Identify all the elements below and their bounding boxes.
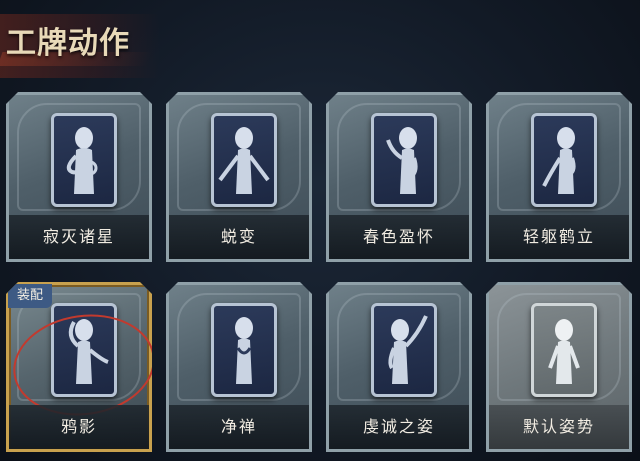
pose-card-icon [531, 113, 597, 207]
pose-card-icon [371, 113, 437, 207]
pose-card-icon [531, 303, 597, 397]
card-label: 轻躯鹤立 [489, 215, 629, 259]
emote-card-3[interactable]: 春色盈怀 [326, 92, 472, 262]
emote-card-2[interactable]: 蜕变 [166, 92, 312, 262]
emote-card-5-equipped[interactable]: 装配 鸦影 [6, 282, 152, 452]
card-label: 虔诚之姿 [329, 405, 469, 449]
pose-card-icon [211, 303, 277, 397]
emote-card-6[interactable]: 净禅 [166, 282, 312, 452]
emote-card-1[interactable]: 寂灭诸星 [6, 92, 152, 262]
card-label: 春色盈怀 [329, 215, 469, 259]
pose-card-icon [211, 113, 277, 207]
pose-card-icon [51, 303, 117, 397]
pose-card-icon [371, 303, 437, 397]
pose-card-icon [51, 113, 117, 207]
page-title: 工牌动作 [6, 26, 130, 61]
card-label: 寂灭诸星 [9, 215, 149, 259]
card-label: 蜕变 [169, 215, 309, 259]
card-label: 默认姿势 [489, 405, 629, 449]
emote-card-8[interactable]: 默认姿势 [486, 282, 632, 452]
emote-card-7[interactable]: 虔诚之姿 [326, 282, 472, 452]
card-label: 鸦影 [9, 405, 149, 449]
card-label: 净禅 [169, 405, 309, 449]
emote-card-4[interactable]: 轻躯鹤立 [486, 92, 632, 262]
equipped-badge: 装配 [8, 284, 52, 308]
